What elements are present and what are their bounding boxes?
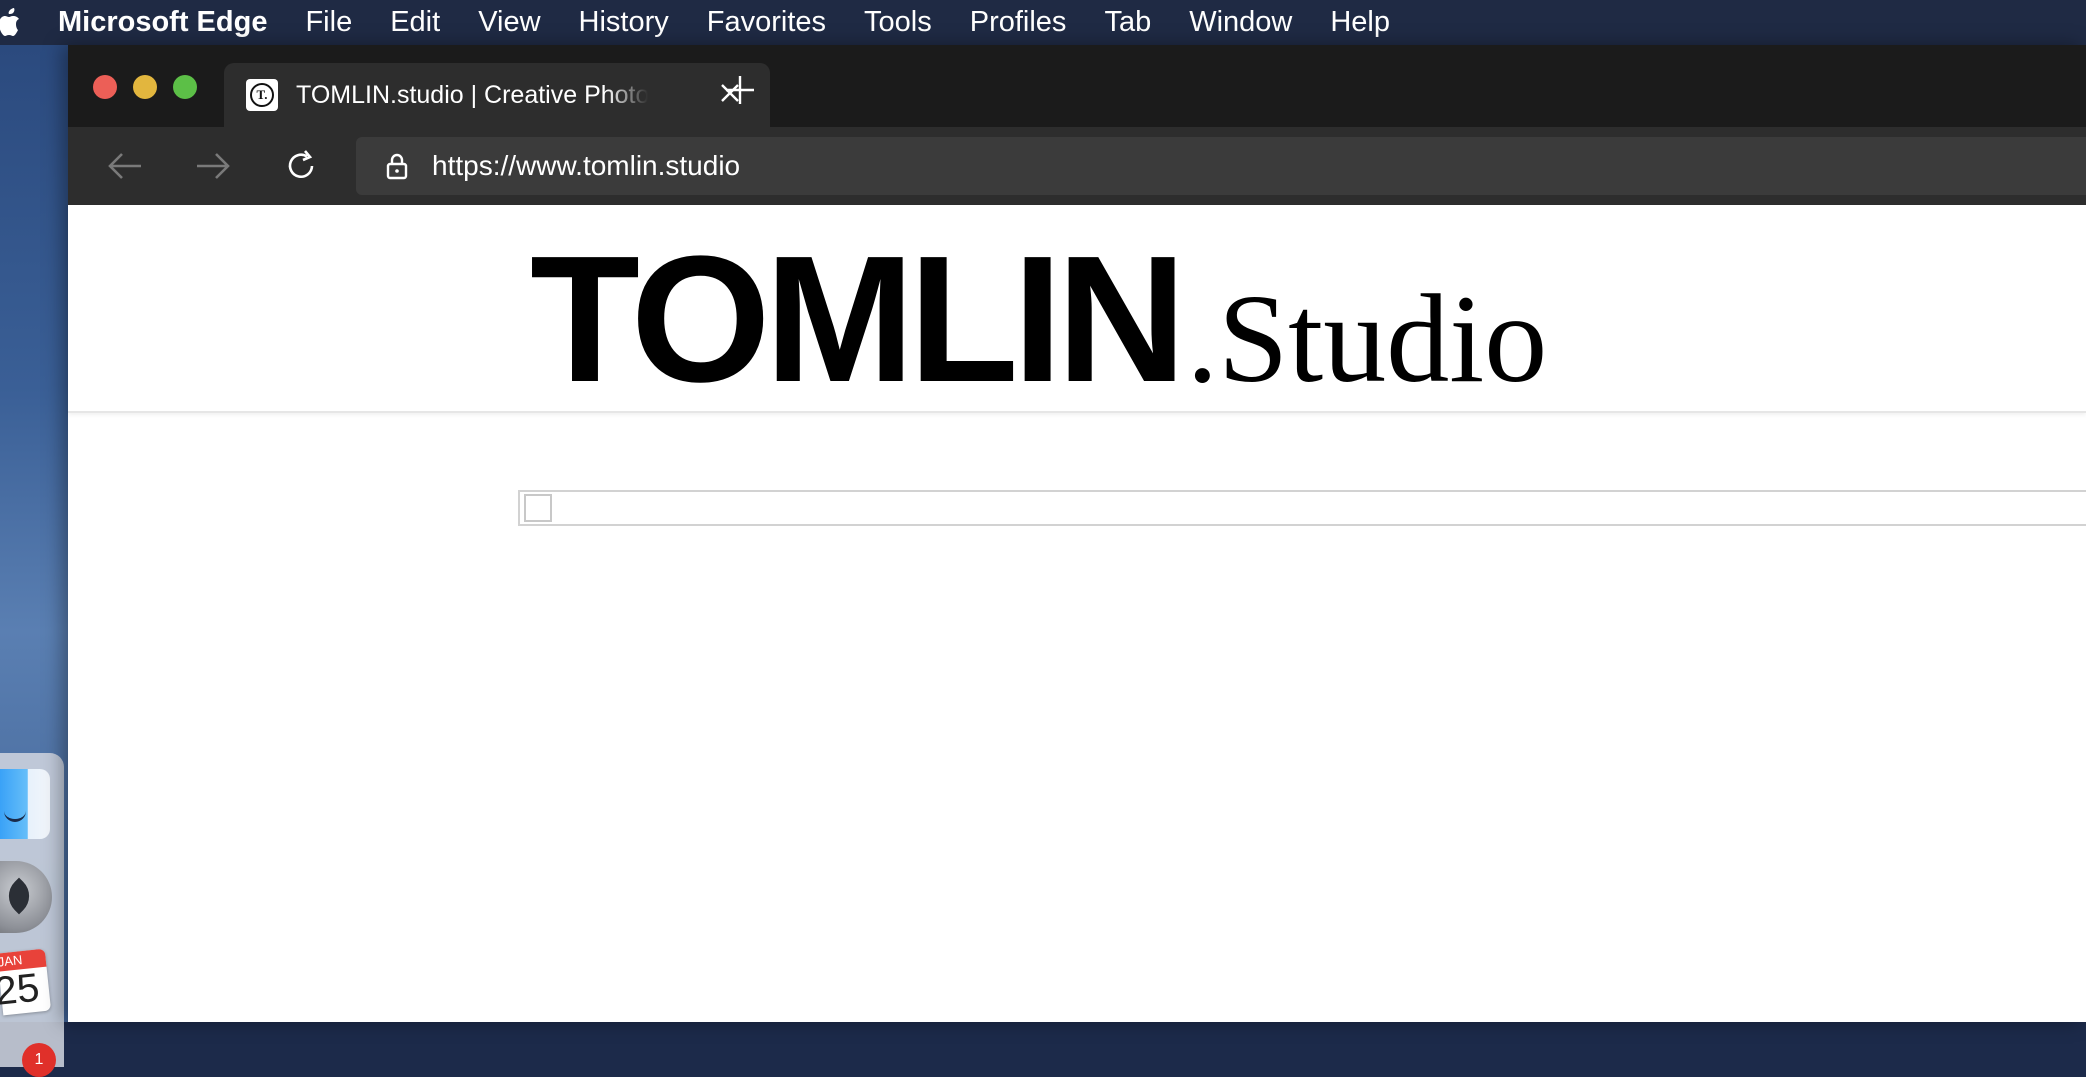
menu-edit[interactable]: Edit bbox=[390, 6, 440, 39]
back-arrow-icon[interactable] bbox=[102, 143, 148, 189]
menu-tab[interactable]: Tab bbox=[1104, 6, 1151, 39]
logo-bold-text: TOMLIN bbox=[530, 219, 1187, 420]
notification-badge: 1 bbox=[22, 1043, 56, 1077]
broken-image-placeholder bbox=[518, 490, 2086, 526]
site-favicon-icon: T. bbox=[246, 79, 278, 111]
menu-favorites[interactable]: Favorites bbox=[707, 6, 826, 39]
site-header: TOMLIN .Studio bbox=[68, 205, 2086, 413]
apple-icon[interactable] bbox=[0, 0, 36, 45]
menu-app-name[interactable]: Microsoft Edge bbox=[58, 6, 267, 39]
calendar-day: 25 bbox=[0, 965, 42, 1014]
menu-file[interactable]: File bbox=[305, 6, 352, 39]
dock: JAN 25 1 bbox=[0, 753, 64, 1077]
menu-window[interactable]: Window bbox=[1189, 6, 1292, 39]
favicon-letter: T. bbox=[250, 83, 274, 107]
tab-active[interactable]: T. TOMLIN.studio | Creative Photography bbox=[224, 63, 770, 127]
tab-title: TOMLIN.studio | Creative Photography bbox=[296, 81, 648, 109]
browser-window: T. TOMLIN.studio | Creative Photography bbox=[68, 45, 2086, 1022]
web-page: TOMLIN .Studio bbox=[68, 205, 2086, 1022]
navigation-toolbar: https://www.tomlin.studio bbox=[68, 127, 2086, 205]
close-window-button[interactable] bbox=[93, 75, 117, 99]
menu-tools[interactable]: Tools bbox=[864, 6, 932, 39]
menu-profiles[interactable]: Profiles bbox=[970, 6, 1067, 39]
url-text[interactable]: https://www.tomlin.studio bbox=[432, 149, 740, 183]
launchpad-icon[interactable] bbox=[0, 861, 52, 933]
address-bar[interactable]: https://www.tomlin.studio bbox=[356, 137, 2086, 195]
maximize-window-button[interactable] bbox=[173, 75, 197, 99]
site-logo[interactable]: TOMLIN .Studio bbox=[530, 219, 1547, 420]
minimize-window-button[interactable] bbox=[133, 75, 157, 99]
menu-help[interactable]: Help bbox=[1330, 6, 1390, 39]
tab-bar: T. TOMLIN.studio | Creative Photography bbox=[68, 45, 2086, 127]
desktop-background: JAN 25 1 bbox=[0, 45, 68, 1077]
menu-bar: Microsoft Edge File Edit View History Fa… bbox=[0, 0, 2086, 45]
broken-image-icon bbox=[524, 494, 552, 522]
finder-icon[interactable] bbox=[0, 769, 50, 839]
forward-arrow-icon[interactable] bbox=[190, 143, 236, 189]
new-tab-button[interactable] bbox=[718, 73, 762, 117]
lock-icon[interactable] bbox=[382, 151, 412, 181]
calendar-icon[interactable]: JAN 25 bbox=[0, 948, 52, 1016]
reload-icon[interactable] bbox=[278, 143, 324, 189]
menu-history[interactable]: History bbox=[579, 6, 669, 39]
menu-view[interactable]: View bbox=[478, 6, 540, 39]
logo-serif-text: .Studio bbox=[1186, 270, 1548, 409]
